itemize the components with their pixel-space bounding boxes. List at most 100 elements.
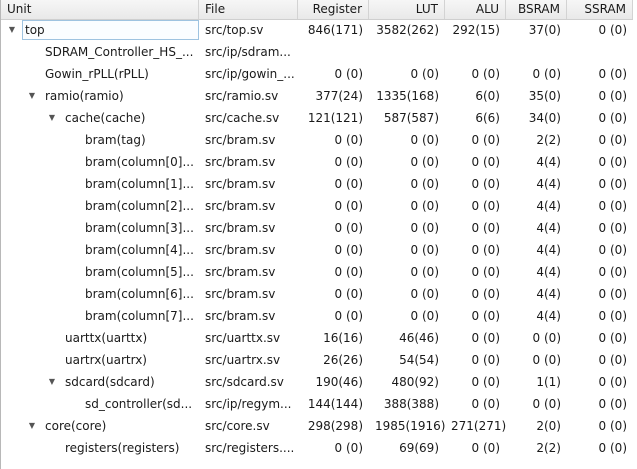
column-header-alu[interactable]: ALU xyxy=(445,0,506,19)
file-cell: src/bram.sv xyxy=(205,309,276,323)
file-cell: src/bram.sv xyxy=(205,221,276,235)
ssram-cell: 0 (0) xyxy=(598,243,627,257)
alu-cell: 0 (0) xyxy=(471,221,500,235)
alu-cell: 0 (0) xyxy=(471,265,500,279)
lut-cell: 0 (0) xyxy=(410,221,439,235)
table-row[interactable]: ▼ top src/top.sv 846(171) 3582(262) 292(15) 37… xyxy=(1,19,633,41)
unit-cell: Gowin_rPLL(rPLL) xyxy=(1,63,199,85)
lut-cell: 3582(262) xyxy=(376,23,439,37)
bsram-cell: 1(1) xyxy=(536,375,561,389)
ssram-cell: 0 (0) xyxy=(598,331,627,345)
file-cell: src/bram.sv xyxy=(205,155,276,169)
lut-cell: 0 (0) xyxy=(410,133,439,147)
alu-cell: 271(271) xyxy=(451,419,506,433)
unit-name: bram(column[2]... xyxy=(85,199,194,213)
file-cell: src/bram.sv xyxy=(205,243,276,257)
lut-cell: 0 (0) xyxy=(410,177,439,191)
unit-cell: ▼ ramio(ramio) xyxy=(1,85,199,107)
unit-name: cache(cache) xyxy=(65,111,146,125)
triangle-down-icon[interactable]: ▼ xyxy=(47,107,57,129)
register-cell: 26(26) xyxy=(323,353,363,367)
bsram-cell xyxy=(506,41,567,63)
ssram-cell: 0 (0) xyxy=(598,441,627,455)
triangle-down-icon[interactable]: ▼ xyxy=(7,19,17,41)
lut-cell: 1335(168) xyxy=(376,89,439,103)
table-row[interactable]: registers(registers) src/registers.... 0 (… xyxy=(1,437,633,459)
table-row[interactable]: bram(column[7]... src/bram.sv 0 (0) 0 (0) 0 … xyxy=(1,305,633,327)
file-cell: src/ip/regym... xyxy=(205,397,292,411)
table-row[interactable]: bram(tag) src/bram.sv 0 (0) 0 (0) 0 (0) 2(2) 0… xyxy=(1,129,633,151)
unit-name: ramio(ramio) xyxy=(45,89,124,103)
table-row[interactable]: bram(column[4]... src/bram.sv 0 (0) 0 (0) 0 … xyxy=(1,239,633,261)
alu-cell: 292(15) xyxy=(452,23,500,37)
unit-name: sd_controller(sd... xyxy=(85,397,193,411)
alu-cell: 0 (0) xyxy=(471,331,500,345)
column-header-lut[interactable]: LUT xyxy=(369,0,445,19)
unit-name: registers(registers) xyxy=(65,441,180,455)
table-row[interactable]: uartrx(uartrx) src/uartrx.sv 26(26) 54(54) 0… xyxy=(1,349,633,371)
bsram-cell: 4(4) xyxy=(536,155,561,169)
triangle-down-icon[interactable]: ▼ xyxy=(47,371,57,393)
register-cell: 0 (0) xyxy=(334,177,363,191)
alu-cell: 0 (0) xyxy=(471,353,500,367)
table-row[interactable]: uarttx(uarttx) src/uarttx.sv 16(16) 46(46) 0… xyxy=(1,327,633,349)
column-header-file[interactable]: File xyxy=(199,0,298,19)
unit-cell: ▼ top xyxy=(1,19,199,41)
register-cell: 0 (0) xyxy=(334,265,363,279)
ssram-cell: 0 (0) xyxy=(598,155,627,169)
unit-cell: ▼ sdcard(sdcard) xyxy=(1,371,199,393)
unit-cell: bram(column[2]... xyxy=(1,195,199,217)
table-row[interactable]: bram(column[0]... src/bram.sv 0 (0) 0 (0) 0 … xyxy=(1,151,633,173)
unit-name: bram(column[5]... xyxy=(85,265,194,279)
selection-highlight xyxy=(22,20,199,40)
unit-name: bram(column[4]... xyxy=(85,243,194,257)
register-cell: 0 (0) xyxy=(334,199,363,213)
table-row[interactable]: bram(column[5]... src/bram.sv 0 (0) 0 (0) 0 … xyxy=(1,261,633,283)
table-row[interactable]: SDRAM_Controller_HS_... src/ip/sdram... xyxy=(1,41,633,63)
unit-cell: uarttx(uarttx) xyxy=(1,327,199,349)
unit-cell: bram(column[4]... xyxy=(1,239,199,261)
alu-cell: 6(0) xyxy=(475,89,500,103)
unit-cell: bram(tag) xyxy=(1,129,199,151)
alu-cell: 0 (0) xyxy=(471,133,500,147)
column-header-bsram[interactable]: BSRAM xyxy=(506,0,567,19)
alu-cell: 0 (0) xyxy=(471,397,500,411)
triangle-down-icon[interactable]: ▼ xyxy=(27,85,37,107)
triangle-down-icon[interactable]: ▼ xyxy=(27,415,37,437)
lut-cell: 54(54) xyxy=(399,353,439,367)
ssram-cell: 0 (0) xyxy=(598,309,627,323)
table-row[interactable]: bram(column[2]... src/bram.sv 0 (0) 0 (0) 0 … xyxy=(1,195,633,217)
unit-cell: bram(column[3]... xyxy=(1,217,199,239)
unit-name: bram(column[6]... xyxy=(85,287,194,301)
table-row[interactable]: sd_controller(sd... src/ip/regym... 144(14… xyxy=(1,393,633,415)
bsram-cell: 2(2) xyxy=(536,441,561,455)
table-row[interactable]: ▼ sdcard(sdcard) src/sdcard.sv 190(46) 480(9… xyxy=(1,371,633,393)
ssram-cell: 0 (0) xyxy=(598,23,627,37)
table-row[interactable]: bram(column[1]... src/bram.sv 0 (0) 0 (0) 0 … xyxy=(1,173,633,195)
file-cell: src/ip/sdram... xyxy=(205,45,291,59)
file-cell: src/uartrx.sv xyxy=(205,353,281,367)
ssram-cell: 0 (0) xyxy=(598,89,627,103)
unit-cell: bram(column[5]... xyxy=(1,261,199,283)
ssram-cell: 0 (0) xyxy=(598,111,627,125)
register-cell: 190(46) xyxy=(315,375,363,389)
lut-cell: 388(388) xyxy=(383,397,439,411)
table-row[interactable]: bram(column[3]... src/bram.sv 0 (0) 0 (0) 0 … xyxy=(1,217,633,239)
unit-name: SDRAM_Controller_HS_... xyxy=(45,45,194,59)
table-row[interactable]: Gowin_rPLL(rPLL) src/ip/gowin_... 0 (0) 0 (… xyxy=(1,63,633,85)
table-row[interactable]: ▼ cache(cache) src/cache.sv 121(121) 587(587… xyxy=(1,107,633,129)
unit-name: bram(column[3]... xyxy=(85,221,194,235)
column-header-unit[interactable]: Unit xyxy=(1,0,199,19)
column-header-register[interactable]: Register xyxy=(298,0,369,19)
ssram-cell xyxy=(567,41,633,63)
table-row[interactable]: ▼ core(core) src/core.sv 298(298) 1985(1916)… xyxy=(1,415,633,437)
unit-cell: registers(registers) xyxy=(1,437,199,459)
utilization-tree-table: Unit File Register LUT ALU BSRAM SSRAM ▼ top src… xyxy=(0,0,637,469)
table-row[interactable]: bram(column[6]... src/bram.sv 0 (0) 0 (0) 0 … xyxy=(1,283,633,305)
bsram-cell: 2(0) xyxy=(536,419,561,433)
table-row[interactable]: ▼ ramio(ramio) src/ramio.sv 377(24) 1335(168… xyxy=(1,85,633,107)
bsram-cell: 34(0) xyxy=(528,111,561,125)
register-cell: 0 (0) xyxy=(334,441,363,455)
register-cell: 0 (0) xyxy=(334,287,363,301)
column-header-ssram[interactable]: SSRAM xyxy=(567,0,633,19)
